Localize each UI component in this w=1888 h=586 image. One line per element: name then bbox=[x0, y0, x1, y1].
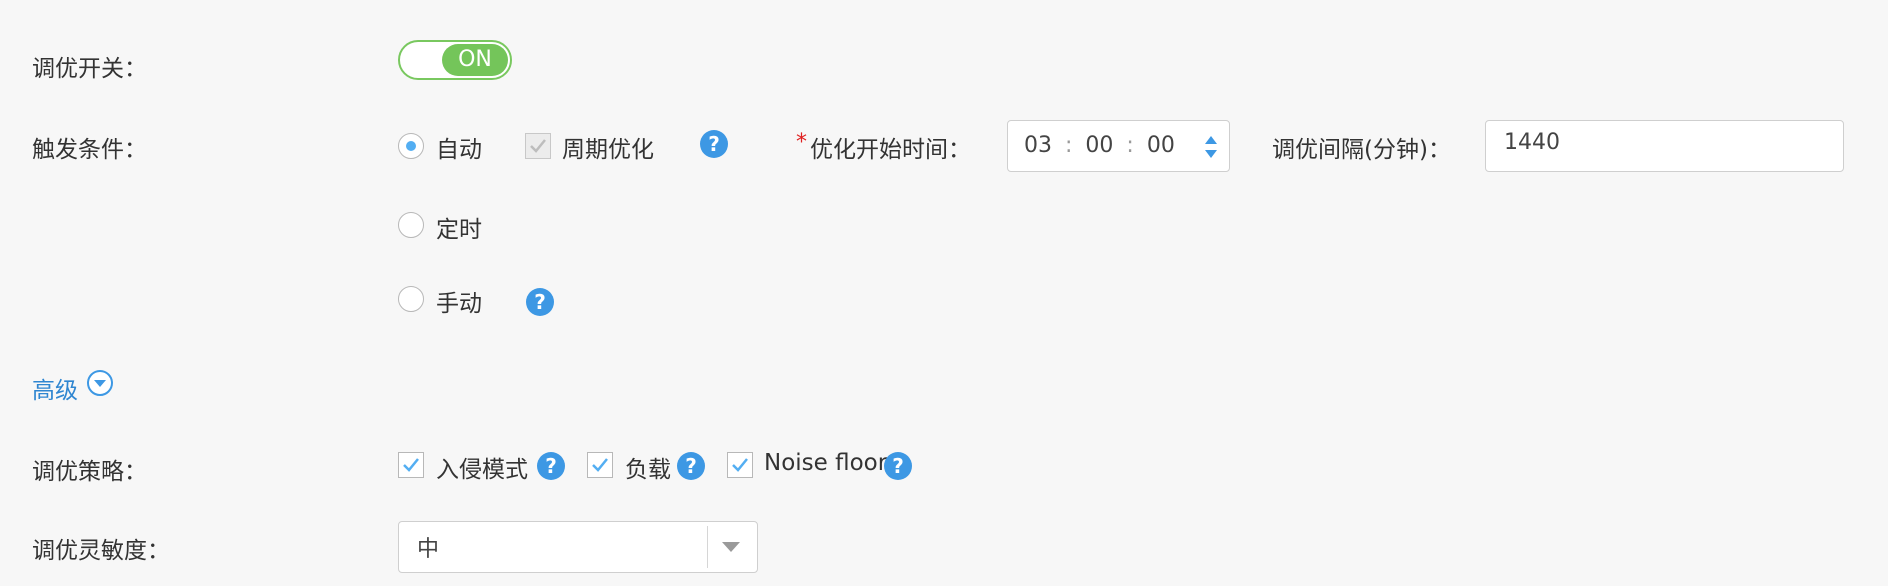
required-marker: * bbox=[796, 130, 807, 155]
strategy-intrusion-checkbox[interactable] bbox=[398, 452, 424, 478]
dropdown-arrow-icon[interactable] bbox=[719, 540, 743, 554]
check-icon bbox=[732, 458, 748, 472]
check-icon bbox=[592, 458, 608, 472]
sensitivity-select[interactable]: 中 bbox=[398, 521, 758, 573]
check-icon bbox=[403, 458, 419, 472]
strategy-noise-floor-label: Noise floor bbox=[764, 450, 888, 476]
start-time-input[interactable]: 03 : 00 : 00 bbox=[1007, 120, 1230, 172]
check-icon bbox=[530, 139, 546, 153]
toggle-state-label: ON bbox=[442, 44, 508, 76]
periodic-optimize-checkbox[interactable] bbox=[525, 133, 551, 159]
radio-manual-label: 手动 bbox=[436, 291, 482, 317]
time-separator: : bbox=[1065, 133, 1073, 158]
chevron-down-icon[interactable] bbox=[86, 369, 114, 397]
help-icon[interactable]: ? bbox=[677, 452, 705, 480]
start-time-label: 优化开始时间： bbox=[810, 137, 971, 163]
help-icon[interactable]: ? bbox=[526, 288, 554, 316]
radio-auto[interactable] bbox=[398, 133, 424, 159]
start-time-hours[interactable]: 03 bbox=[1024, 133, 1052, 158]
radio-timed-label: 定时 bbox=[436, 217, 482, 243]
tuning-switch-label: 调优开关： bbox=[32, 56, 147, 82]
advanced-toggle[interactable]: 高级 bbox=[32, 371, 78, 405]
interval-value: 1440 bbox=[1504, 130, 1560, 155]
help-icon[interactable]: ? bbox=[537, 452, 565, 480]
spinner-icon[interactable] bbox=[1203, 133, 1219, 161]
strategy-intrusion-label: 入侵模式 bbox=[436, 457, 528, 483]
start-time-seconds[interactable]: 00 bbox=[1147, 133, 1175, 158]
radio-timed[interactable] bbox=[398, 212, 424, 238]
strategy-load-checkbox[interactable] bbox=[587, 452, 613, 478]
help-icon[interactable]: ? bbox=[884, 452, 912, 480]
periodic-optimize-label: 周期优化 bbox=[562, 137, 654, 163]
strategy-label: 调优策略： bbox=[32, 459, 147, 485]
strategy-noise-floor-checkbox[interactable] bbox=[727, 452, 753, 478]
select-divider bbox=[707, 526, 708, 568]
sensitivity-value: 中 bbox=[417, 537, 440, 562]
tuning-switch-toggle[interactable]: ON bbox=[398, 40, 512, 80]
interval-label: 调优间隔(分钟)： bbox=[1272, 137, 1451, 163]
strategy-load-label: 负载 bbox=[625, 457, 671, 483]
radio-manual[interactable] bbox=[398, 286, 424, 312]
help-icon[interactable]: ? bbox=[700, 130, 728, 158]
trigger-label: 触发条件： bbox=[32, 137, 147, 163]
time-separator: : bbox=[1126, 133, 1134, 158]
start-time-minutes[interactable]: 00 bbox=[1085, 133, 1113, 158]
sensitivity-label: 调优灵敏度： bbox=[32, 538, 170, 564]
interval-input[interactable]: 1440 bbox=[1485, 120, 1844, 172]
radio-auto-label: 自动 bbox=[436, 137, 482, 163]
